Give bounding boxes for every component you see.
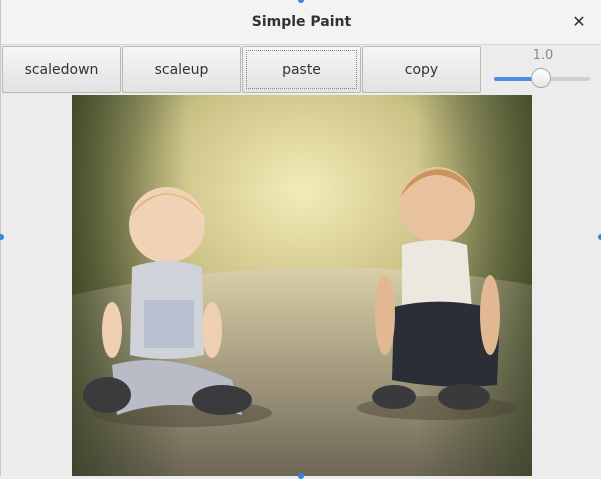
paste-button[interactable]: paste (242, 46, 361, 93)
window-title: Simple Paint (251, 14, 352, 30)
scaleup-button[interactable]: scaleup (122, 46, 241, 93)
resize-handle-bottom[interactable] (298, 473, 304, 479)
scale-value-label: 1.0 (532, 48, 554, 63)
scaledown-button[interactable]: scaledown (2, 46, 121, 93)
app-window: Simple Paint ✕ scaledown scaleup paste c… (0, 0, 601, 479)
toolbar: scaledown scaleup paste copy 1.0 (1, 45, 601, 95)
pasted-image[interactable] (72, 95, 532, 476)
copy-button[interactable]: copy (362, 46, 481, 93)
scale-slider[interactable]: 1.0 (484, 45, 601, 95)
photo-two-children (72, 95, 532, 476)
slider-knob[interactable] (531, 68, 551, 88)
title-bar[interactable]: Simple Paint ✕ (1, 0, 601, 45)
canvas-area[interactable] (2, 95, 601, 476)
close-icon[interactable]: ✕ (570, 12, 588, 31)
